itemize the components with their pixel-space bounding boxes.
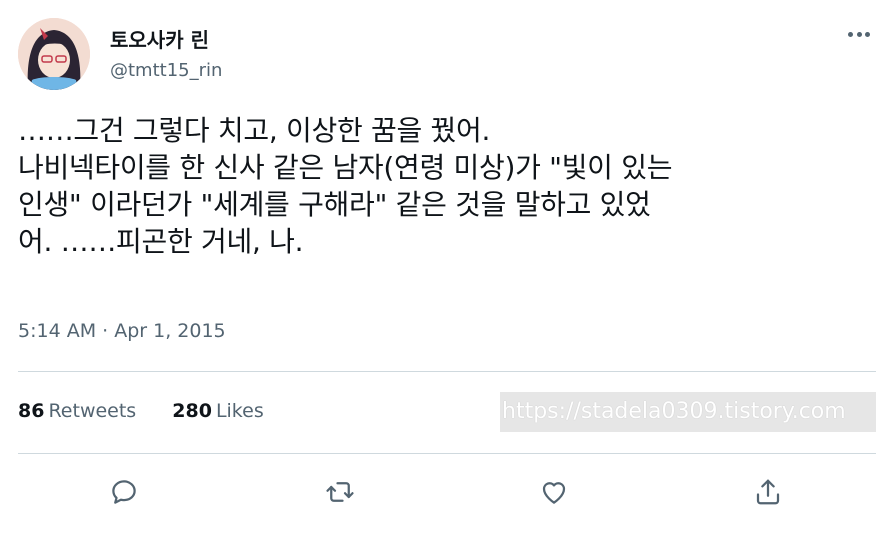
retweets-stat[interactable]: 86 Retweets [18,400,136,422]
tweet-stats: 86 Retweets 280 Likes [18,400,294,422]
likes-label: Likes [215,400,264,422]
retweets-label: Retweets [48,400,137,422]
avatar-image [18,18,90,90]
retweet-icon[interactable] [322,474,358,510]
tweet-timestamp[interactable]: 5:14 AM · Apr 1, 2015 [18,320,226,342]
tweet-text: ……그건 그렇다 치고, 이상한 꿈을 꿨어. 나비넥타이를 한 신사 같은 남… [18,114,673,258]
avatar[interactable] [18,18,90,90]
share-icon[interactable] [750,474,786,510]
action-bar [0,462,894,518]
reply-icon[interactable] [106,474,142,510]
divider [18,371,876,372]
retweets-count: 86 [18,400,45,422]
display-name[interactable]: 토오사카 린 [110,24,209,53]
more-horizontal-icon[interactable] [844,24,874,44]
watermark: https://stadela0309.tistory.com [500,392,876,432]
divider [18,453,876,454]
tweet-header: 토오사카 린 @tmtt15_rin [18,18,876,90]
user-handle[interactable]: @tmtt15_rin [110,60,222,81]
heart-icon[interactable] [536,474,572,510]
likes-count: 280 [172,400,212,422]
likes-stat[interactable]: 280 Likes [172,400,263,422]
